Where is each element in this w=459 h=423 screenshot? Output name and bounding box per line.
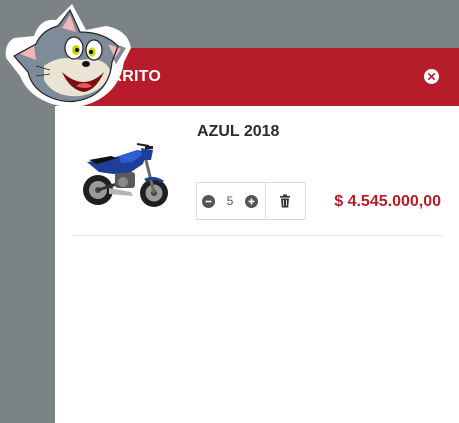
- stepper-divider: [265, 183, 266, 219]
- cat-mascot-logo: [5, 4, 132, 108]
- product-image: [83, 143, 168, 207]
- close-icon: [428, 73, 435, 80]
- trash-icon[interactable]: [279, 194, 291, 208]
- close-button[interactable]: [424, 69, 439, 84]
- plus-circle-icon[interactable]: [245, 195, 258, 208]
- quantity-value[interactable]: 5: [221, 193, 239, 209]
- product-name: AZUL 2018: [197, 123, 280, 140]
- cart-item: AZUL 2018 5 $ 4.545.000,00: [73, 118, 443, 236]
- item-price: $ 4.545.000,00: [334, 193, 441, 210]
- minus-circle-icon[interactable]: [202, 195, 215, 208]
- quantity-stepper[interactable]: 5: [196, 182, 306, 220]
